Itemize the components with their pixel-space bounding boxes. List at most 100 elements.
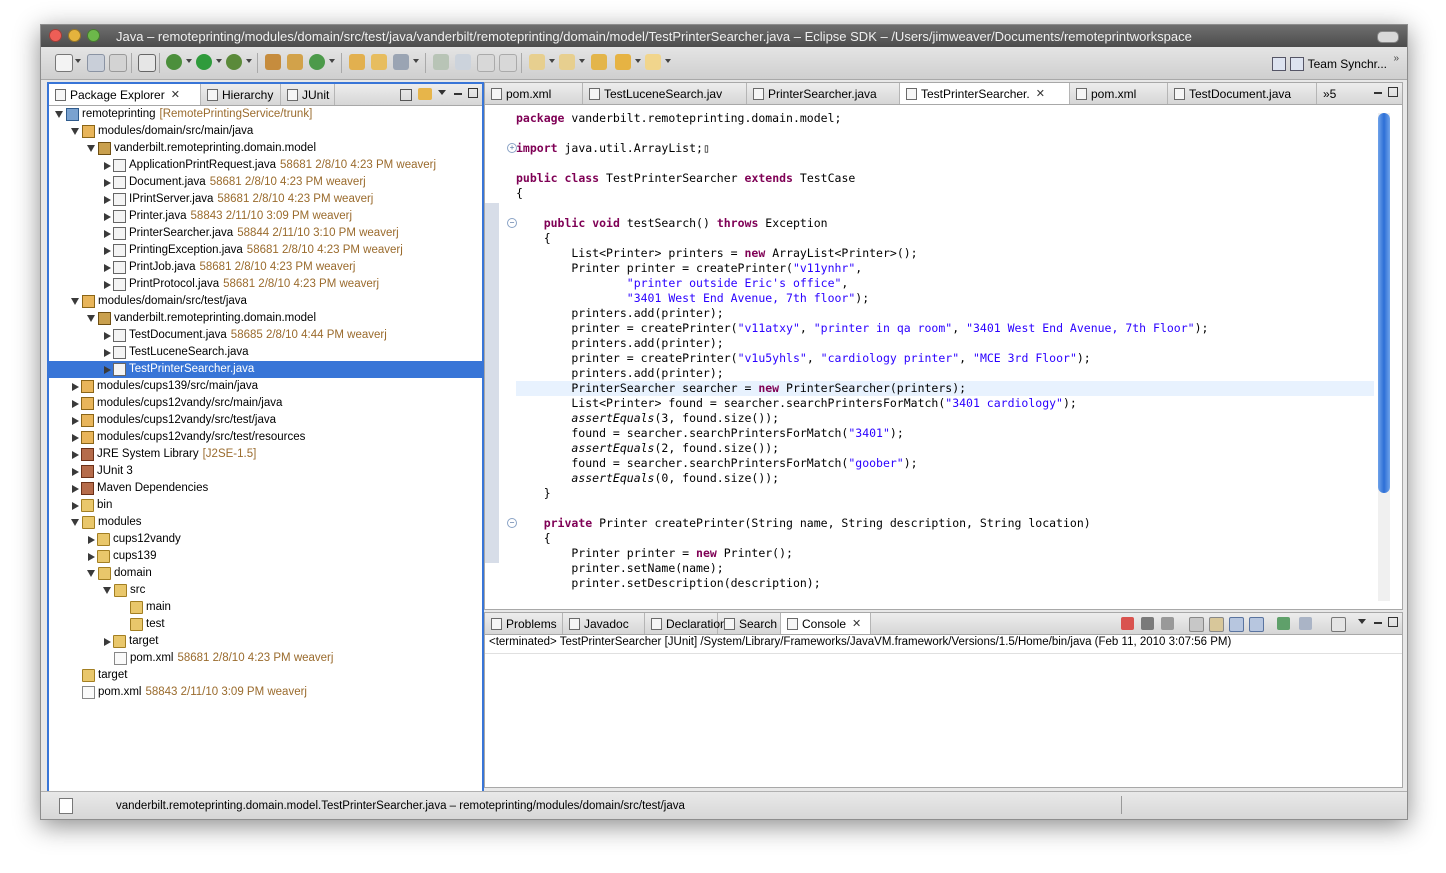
editor-tab[interactable]: TestDocument.java (1168, 83, 1317, 104)
new-java-project-icon[interactable] (265, 54, 281, 70)
tree-node[interactable]: pom.xml 58681 2/8/10 4:23 PM weaverj (103, 650, 333, 667)
close-window-button[interactable] (49, 29, 62, 42)
previous-annotation-icon[interactable] (559, 54, 575, 70)
code-line[interactable]: assertEquals(2, found.size()); (516, 441, 1374, 456)
tree-node[interactable]: src (103, 582, 145, 599)
expand-toggle-icon[interactable] (104, 178, 111, 187)
code-lines[interactable]: package vanderbilt.remoteprinting.domain… (516, 105, 1374, 609)
code-line[interactable]: printer = createPrinter("v11atxy", "prin… (516, 321, 1374, 336)
expand-toggle-icon[interactable] (104, 229, 111, 238)
editor-tab[interactable]: PrinterSearcher.java (747, 83, 900, 104)
code-line[interactable]: { (516, 531, 1374, 546)
code-line[interactable]: assertEquals(0, found.size()); (516, 471, 1374, 486)
expand-toggle-icon[interactable] (71, 298, 79, 305)
minimize-view-icon[interactable] (454, 93, 462, 95)
editor-scroll-thumb[interactable] (1378, 113, 1390, 493)
zoom-window-button[interactable] (87, 29, 100, 42)
tab-package-explorer[interactable]: Package Explorer ✕ (49, 84, 201, 105)
editor-tab[interactable]: pom.xml (485, 83, 583, 104)
forward-icon[interactable] (645, 54, 661, 70)
java-file-node[interactable]: IPrintServer.java 58681 2/8/10 4:23 PM we… (103, 191, 373, 208)
open-type-icon[interactable] (349, 54, 365, 70)
tree-node[interactable]: modules/domain/src/test/java (71, 293, 247, 310)
fast-view-icon[interactable] (59, 798, 73, 814)
tree-node[interactable]: cups139 (87, 548, 156, 565)
expand-toggle-icon[interactable] (104, 195, 111, 204)
code-line[interactable]: printer.setName(name); (516, 561, 1374, 576)
editor-tab[interactable]: pom.xml (1070, 83, 1168, 104)
tree-node[interactable]: domain (87, 565, 152, 582)
code-line[interactable]: import java.util.ArrayList;▯ (516, 141, 1374, 156)
expand-toggle-icon[interactable] (87, 145, 95, 152)
java-file-node[interactable]: PrintJob.java 58681 2/8/10 4:23 PM weaver… (103, 259, 355, 276)
code-line[interactable]: assertEquals(3, found.size()); (516, 411, 1374, 426)
code-line[interactable] (516, 201, 1374, 216)
show-whitespace-icon[interactable] (499, 54, 517, 72)
toggle-mark-occurrences-icon[interactable] (433, 54, 449, 70)
perspective-chevron-icon[interactable]: » (1393, 53, 1399, 64)
expand-toggle-icon[interactable] (104, 212, 111, 221)
view-menu-icon[interactable] (438, 90, 446, 95)
code-line[interactable]: { (516, 186, 1374, 201)
code-line[interactable]: PrinterSearcher searcher = new PrinterSe… (516, 381, 1374, 396)
code-line[interactable]: } (516, 486, 1374, 501)
code-line[interactable]: printers.add(printer); (516, 306, 1374, 321)
maximize-view-icon[interactable] (468, 88, 478, 98)
java-file-node[interactable]: ApplicationPrintRequest.java 58681 2/8/10… (103, 157, 436, 174)
code-line[interactable]: found = searcher.searchPrintersForMatch(… (516, 456, 1374, 471)
code-line[interactable]: printer.setDescription(description); (516, 576, 1374, 591)
editor-tab[interactable]: TestLuceneSearch.jav (583, 83, 747, 104)
tree-node[interactable]: JRE System Library [J2SE-1.5] (71, 446, 256, 463)
code-line[interactable]: "printer outside Eric's office", (516, 276, 1374, 291)
tab-console[interactable]: Console ✕ (781, 613, 871, 634)
collapse-fold-icon[interactable]: − (507, 518, 517, 528)
tree-node[interactable]: modules/cups12vandy/src/main/java (71, 395, 282, 412)
expand-toggle-icon[interactable] (72, 416, 79, 425)
back-dropdown-icon[interactable] (635, 59, 641, 63)
run-dropdown-icon[interactable] (216, 59, 222, 63)
tree-node[interactable]: vanderbilt.remoteprinting.domain.model (87, 310, 316, 327)
code-line[interactable]: printer = createPrinter("v1u5yhls", "car… (516, 351, 1374, 366)
expand-toggle-icon[interactable] (72, 484, 79, 493)
code-line[interactable]: "3401 West End Avenue, 7th floor"); (516, 291, 1374, 306)
expand-toggle-icon[interactable] (104, 365, 111, 374)
expand-fold-icon[interactable]: + (507, 143, 517, 153)
code-line[interactable]: Printer printer = new Printer(); (516, 546, 1374, 561)
java-file-node[interactable]: PrintProtocol.java 58681 2/8/10 4:23 PM w… (103, 276, 379, 293)
debug-icon[interactable] (166, 54, 182, 70)
console-output[interactable] (485, 653, 1402, 787)
tree-node[interactable]: main (119, 599, 171, 616)
tab-search[interactable]: Search (718, 613, 781, 634)
back-icon[interactable] (615, 54, 631, 70)
code-line[interactable]: printers.add(printer); (516, 336, 1374, 351)
tab-hierarchy[interactable]: Hierarchy (201, 84, 281, 105)
debug-dropdown-icon[interactable] (186, 59, 192, 63)
tab-junit[interactable]: JUnit (281, 84, 335, 105)
java-file-node[interactable]: Document.java 58681 2/8/10 4:23 PM weaver… (103, 174, 366, 191)
expand-toggle-icon[interactable] (87, 315, 95, 322)
tree-node[interactable]: test (119, 616, 165, 633)
toolbar-toggle-button[interactable] (1377, 31, 1399, 43)
new-package-icon[interactable] (287, 54, 303, 70)
code-line[interactable]: List<Printer> found = searcher.searchPri… (516, 396, 1374, 411)
tree-node[interactable]: modules/cups139/src/main/java (71, 378, 258, 395)
tree-node[interactable]: pom.xml 58843 2/11/10 3:09 PM weaverj (71, 684, 307, 701)
external-tools-icon[interactable] (226, 54, 242, 70)
expand-toggle-icon[interactable] (72, 501, 79, 510)
remove-all-terminated-icon[interactable] (1161, 617, 1174, 630)
expand-toggle-icon[interactable] (104, 331, 111, 340)
new-dropdown-icon[interactable] (75, 59, 81, 63)
java-file-node[interactable]: TestPrinterSearcher.java (49, 361, 482, 378)
new-icon[interactable] (55, 54, 73, 72)
show-console-on-error-icon[interactable] (1249, 617, 1264, 632)
tree-node[interactable]: modules/cups12vandy/src/test/java (71, 412, 276, 429)
code-line[interactable]: printers.add(printer); (516, 366, 1374, 381)
editor-overflow-tab[interactable]: »5 (1317, 83, 1342, 104)
terminate-icon[interactable] (1121, 617, 1134, 630)
expand-toggle-icon[interactable] (104, 348, 111, 357)
java-file-node[interactable]: TestLuceneSearch.java (103, 344, 249, 361)
tree-node[interactable]: cups12vandy (87, 531, 181, 548)
java-file-node[interactable]: PrinterSearcher.java 58844 2/11/10 3:10 P… (103, 225, 399, 242)
expand-toggle-icon[interactable] (71, 128, 79, 135)
code-line[interactable] (516, 501, 1374, 516)
